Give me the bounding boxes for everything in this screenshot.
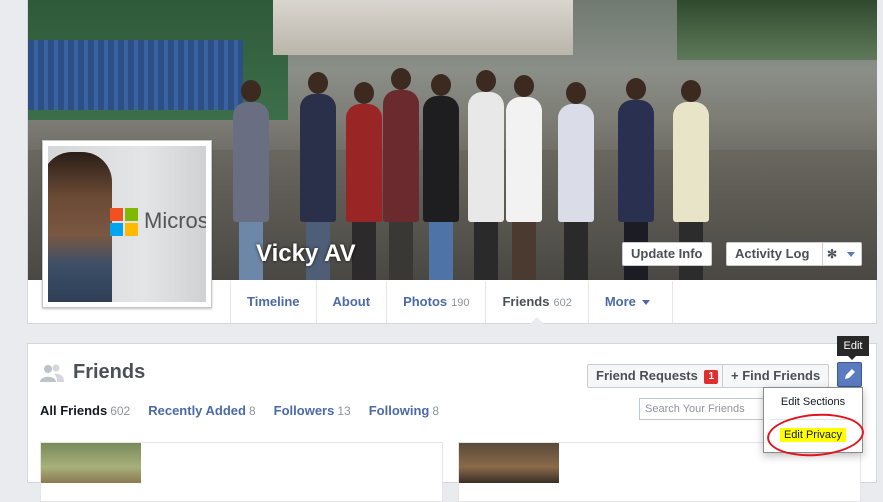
pencil-icon xyxy=(845,369,855,379)
friends-section: Friends Friend Requests 1 + Find Friends… xyxy=(27,343,877,502)
friend-requests-button[interactable]: Friend Requests 1 xyxy=(587,364,726,388)
subtab-followers[interactable]: Followers 13 xyxy=(274,403,351,418)
friend-requests-badge: 1 xyxy=(704,370,719,384)
friends-count: 602 xyxy=(553,297,572,309)
update-info-button[interactable]: Update Info xyxy=(622,242,712,266)
subtab-following[interactable]: Following 8 xyxy=(369,403,439,418)
gear-icon: ✻ xyxy=(827,247,838,261)
activity-log-label: Activity Log xyxy=(735,246,810,261)
tab-friends[interactable]: Friends 602 xyxy=(486,281,589,324)
chevron-down-icon xyxy=(641,300,650,306)
edit-button[interactable] xyxy=(837,362,862,387)
friends-title: Friends xyxy=(73,361,146,383)
timeline-tabs: Timeline About Photos 190 Friends 602 More xyxy=(230,281,673,324)
tab-more[interactable]: More xyxy=(589,281,673,323)
microsoft-logo-icon xyxy=(110,208,138,236)
profile-pic-text: Micros xyxy=(144,208,206,233)
edit-sections-item[interactable]: Edit Sections xyxy=(764,396,862,408)
profile-name[interactable]: Vicky AV xyxy=(256,240,356,268)
friend-photo[interactable] xyxy=(41,443,141,483)
tab-timeline[interactable]: Timeline xyxy=(231,281,317,323)
avatar xyxy=(48,152,112,302)
settings-dropdown-button[interactable]: ✻ xyxy=(822,242,862,266)
edit-tooltip: Edit xyxy=(837,336,869,360)
friends-icon xyxy=(40,364,64,382)
find-friends-button[interactable]: + Find Friends xyxy=(722,364,830,388)
friends-subtabs: All Friends 602 Recently Added 8 Followers… xyxy=(40,403,439,418)
photos-count: 190 xyxy=(451,297,470,309)
tab-photos[interactable]: Photos 190 xyxy=(387,281,487,323)
subtab-recently-added[interactable]: Recently Added 8 xyxy=(148,403,255,418)
friend-card[interactable] xyxy=(40,442,443,502)
friend-photo[interactable] xyxy=(459,443,559,483)
search-friends-input[interactable] xyxy=(639,398,775,420)
tab-about[interactable]: About xyxy=(317,281,388,323)
profile-picture[interactable]: Micros xyxy=(42,140,212,308)
chevron-down-icon xyxy=(846,252,855,258)
subtab-all-friends[interactable]: All Friends 602 xyxy=(40,403,130,418)
